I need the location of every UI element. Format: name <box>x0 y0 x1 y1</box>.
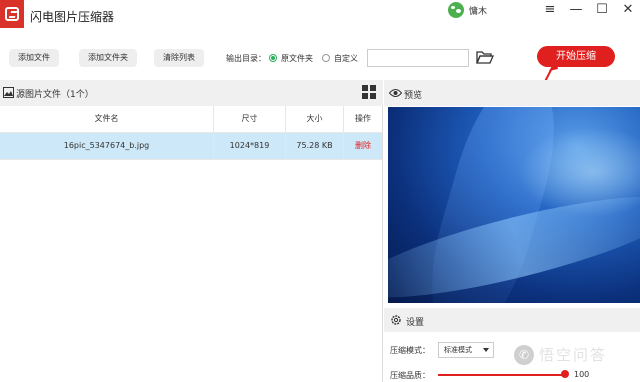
settings-title: 设置 <box>406 318 425 328</box>
watermark: ✆ 悟空问答 <box>514 344 607 365</box>
file-table: 文件名 尺寸 大小 操作 16pic_5347674_b.jpg 1024*81… <box>0 106 382 160</box>
eye-icon <box>389 89 402 97</box>
row-size: 75.28 KB <box>286 133 344 159</box>
delete-link[interactable]: 删除 <box>344 133 382 159</box>
source-panel-title: 源图片文件（1个） <box>16 90 94 100</box>
preview-title: 预览 <box>404 91 423 101</box>
column-filename: 文件名 <box>0 106 214 132</box>
gear-icon <box>391 315 401 325</box>
chevron-down-icon <box>483 348 489 352</box>
preview-settings-panel: 预览 设置 压缩模式： 标准模式 压缩品质： 100 <box>384 80 640 382</box>
image-icon <box>3 87 14 98</box>
quality-value: 100 <box>574 370 590 379</box>
watermark-logo-icon: ✆ <box>514 344 534 365</box>
preview-header: 预览 <box>384 80 640 106</box>
compress-quality-label: 压缩品质： <box>390 371 430 380</box>
preview-image <box>388 107 640 303</box>
quality-slider-handle[interactable] <box>561 370 569 378</box>
compress-mode-select[interactable]: 标准模式 <box>438 342 494 358</box>
source-panel-header: 源图片文件（1个） <box>0 80 383 106</box>
compress-mode-label: 压缩模式： <box>390 346 430 355</box>
source-images-panel: 源图片文件（1个） 文件名 尺寸 大小 操作 16pic_5347674_b.j… <box>0 80 383 382</box>
column-dimensions: 尺寸 <box>214 106 286 132</box>
row-dimensions: 1024*819 <box>214 133 286 159</box>
table-header-row: 文件名 尺寸 大小 操作 <box>0 106 382 133</box>
quality-slider-track[interactable] <box>438 374 564 376</box>
column-action: 操作 <box>355 114 371 123</box>
column-size: 大小 <box>286 106 344 132</box>
settings-header: 设置 <box>384 308 640 332</box>
compress-mode-value: 标准模式 <box>444 346 472 354</box>
grid-view-icon[interactable] <box>362 85 376 99</box>
watermark-text: 悟空问答 <box>539 346 608 364</box>
table-row[interactable]: 16pic_5347674_b.jpg 1024*819 75.28 KB 删除 <box>0 133 382 160</box>
row-filename: 16pic_5347674_b.jpg <box>0 133 214 159</box>
